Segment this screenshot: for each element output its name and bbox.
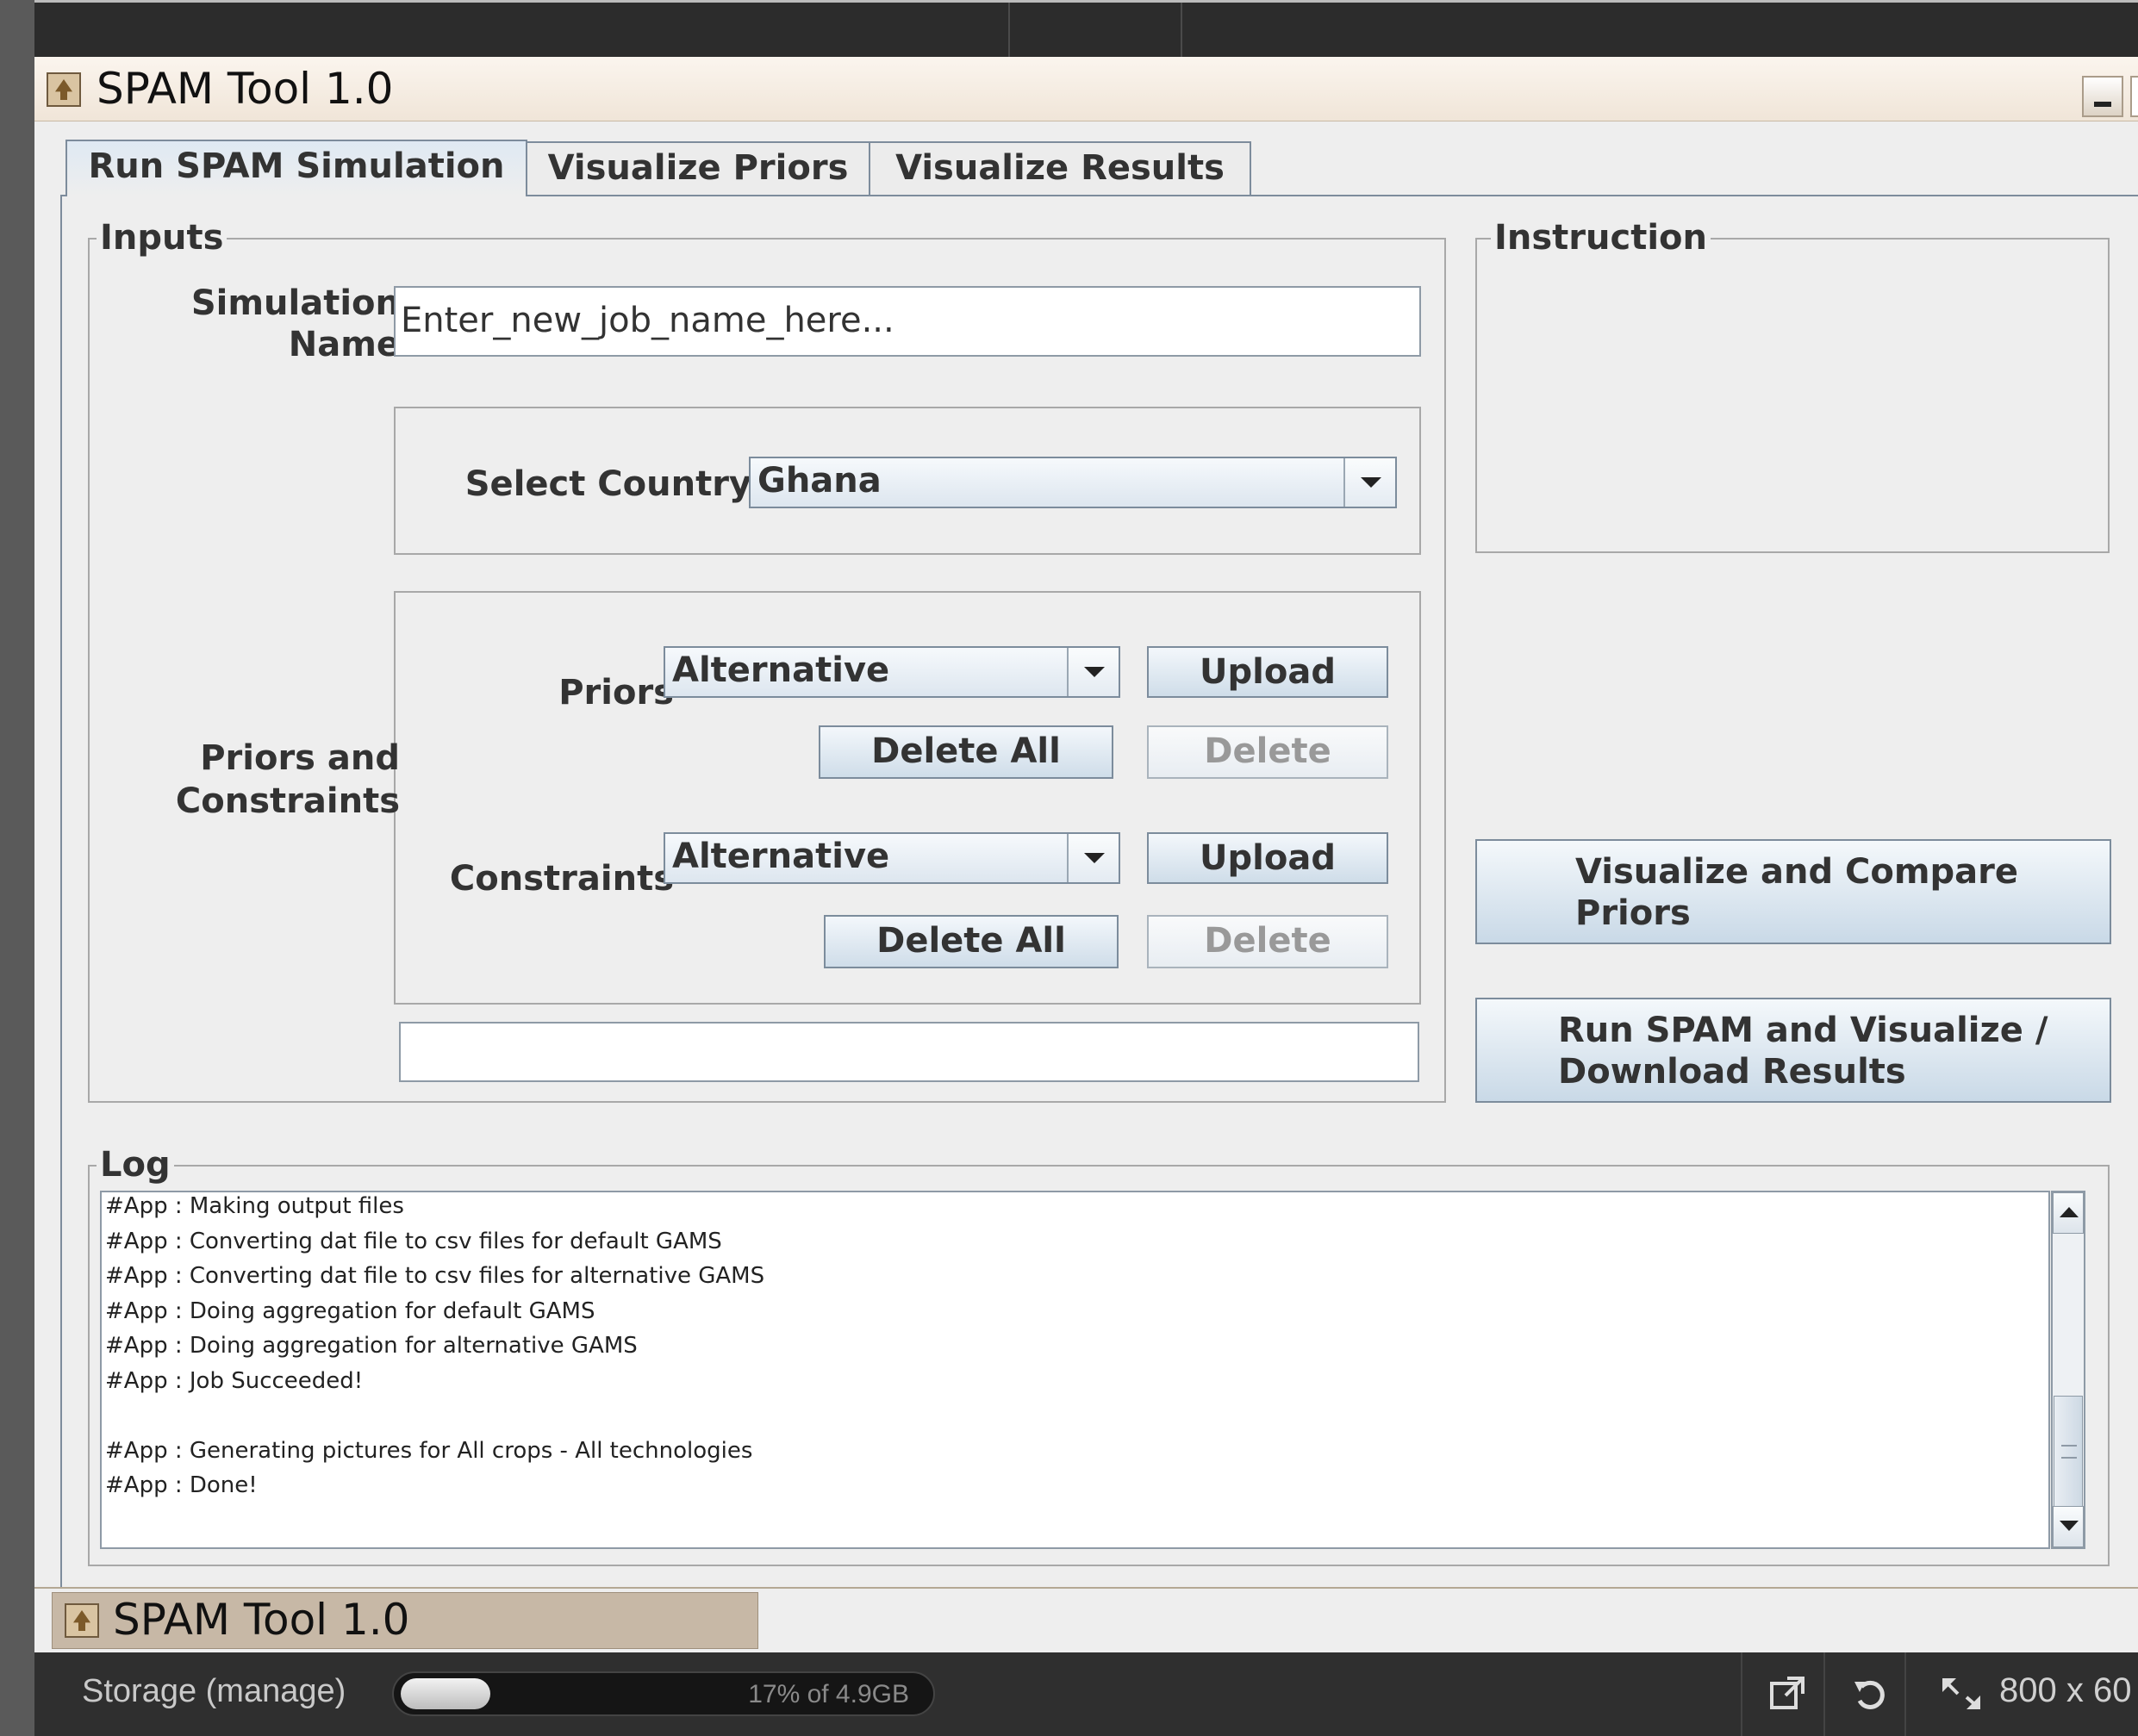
chevron-down-icon[interactable]	[1067, 834, 1119, 882]
window-title: SPAM Tool 1.0	[97, 64, 394, 114]
taskbar-item-title: SPAM Tool 1.0	[113, 1595, 410, 1645]
run-spam-label-line2: Download Results	[1558, 1052, 1906, 1092]
window-titlebar[interactable]: SPAM Tool 1.0	[34, 57, 2138, 121]
scrollbar-thumb[interactable]	[2054, 1396, 2083, 1508]
country-select[interactable]: Ghana	[749, 457, 1397, 508]
tab-run-spam-simulation[interactable]: Run SPAM Simulation	[65, 140, 527, 196]
constraints-select[interactable]: Alternative	[664, 832, 1120, 884]
priors-delete-all-button[interactable]: Delete All	[819, 725, 1113, 779]
scroll-down-icon[interactable]	[2053, 1506, 2084, 1547]
log-scrollbar[interactable]	[2051, 1191, 2085, 1549]
inputs-group-title: Inputs	[97, 221, 228, 255]
simulation-name-label: Simulation	[190, 283, 400, 323]
instruction-group-title: Instruction	[1491, 221, 1711, 255]
priors-label: Priors	[558, 673, 674, 712]
priors-constraints-label-line2: Constraints	[175, 781, 400, 821]
simulation-name-label-line2: Name	[288, 325, 400, 364]
run-spam-button[interactable]: Run SPAM and Visualize / Download Result…	[1475, 998, 2111, 1103]
maximize-button[interactable]	[2130, 76, 2138, 117]
visualize-compare-priors-label-line2: Priors	[1575, 893, 1691, 933]
toolbar-separator	[1181, 3, 1182, 59]
constraints-delete-all-button[interactable]: Delete All	[824, 915, 1119, 968]
constraints-label: Constraints	[449, 859, 674, 899]
minimize-button[interactable]	[2082, 76, 2123, 117]
instruction-group	[1475, 238, 2110, 553]
constraints-delete-button[interactable]: Delete	[1147, 915, 1388, 968]
country-select-value: Ghana	[757, 461, 882, 501]
priors-constraints-label: Priors and	[200, 738, 400, 778]
storage-usage-fill	[401, 1678, 490, 1709]
resize-icon[interactable]	[1939, 1675, 1980, 1713]
priors-delete-button[interactable]: Delete	[1147, 725, 1388, 779]
storage-usage-text: 17% of 4.9GB	[748, 1680, 909, 1708]
status-bar: Storage (manage) 17% of 4.9GB 800 x 60	[34, 1652, 2138, 1736]
visualize-compare-priors-button[interactable]: Visualize and Compare Priors	[1475, 839, 2111, 944]
toolbar-separator	[1008, 3, 1010, 59]
log-group-title: Log	[97, 1148, 174, 1182]
statusbar-separator	[1904, 1652, 1906, 1736]
app-icon	[47, 72, 81, 107]
scroll-up-icon[interactable]	[2053, 1192, 2084, 1234]
top-toolbar	[34, 0, 2138, 59]
storage-manage-link[interactable]: Storage (manage)	[82, 1673, 346, 1710]
priors-select[interactable]: Alternative	[664, 646, 1120, 698]
tab-visualize-results[interactable]: Visualize Results	[869, 141, 1251, 195]
constraints-upload-button[interactable]: Upload	[1147, 832, 1388, 884]
taskbar: SPAM Tool 1.0	[34, 1587, 2138, 1652]
tab-panel-border	[60, 195, 62, 1587]
chevron-down-icon[interactable]	[1067, 648, 1119, 696]
select-country-label: Select Country	[464, 464, 751, 504]
log-text: #App : Making output files #App : Conver…	[105, 1193, 765, 1498]
priors-select-value: Alternative	[672, 650, 890, 690]
constraints-select-value: Alternative	[672, 837, 890, 876]
log-textarea[interactable]: #App : Making output files #App : Conver…	[100, 1191, 2050, 1549]
chevron-down-icon[interactable]	[1343, 458, 1395, 507]
visualize-compare-priors-label: Visualize and Compare	[1575, 852, 2019, 892]
priors-upload-button[interactable]: Upload	[1147, 646, 1388, 698]
statusbar-separator	[1741, 1652, 1742, 1736]
tab-visualize-priors[interactable]: Visualize Priors	[526, 141, 870, 195]
run-spam-label: Run SPAM and Visualize /	[1558, 1011, 2048, 1050]
rotate-icon[interactable]	[1851, 1675, 1889, 1713]
external-window-icon[interactable]	[1768, 1675, 1806, 1713]
status-field	[399, 1022, 1419, 1082]
viewport-size-label: 800 x 60	[1999, 1671, 2132, 1709]
simulation-name-input[interactable]: Enter_new_job_name_here...	[394, 286, 1421, 357]
app-icon	[65, 1603, 99, 1638]
storage-usage-bar: 17% of 4.9GB	[392, 1671, 935, 1716]
taskbar-item[interactable]: SPAM Tool 1.0	[52, 1592, 758, 1649]
statusbar-separator	[1823, 1652, 1825, 1736]
